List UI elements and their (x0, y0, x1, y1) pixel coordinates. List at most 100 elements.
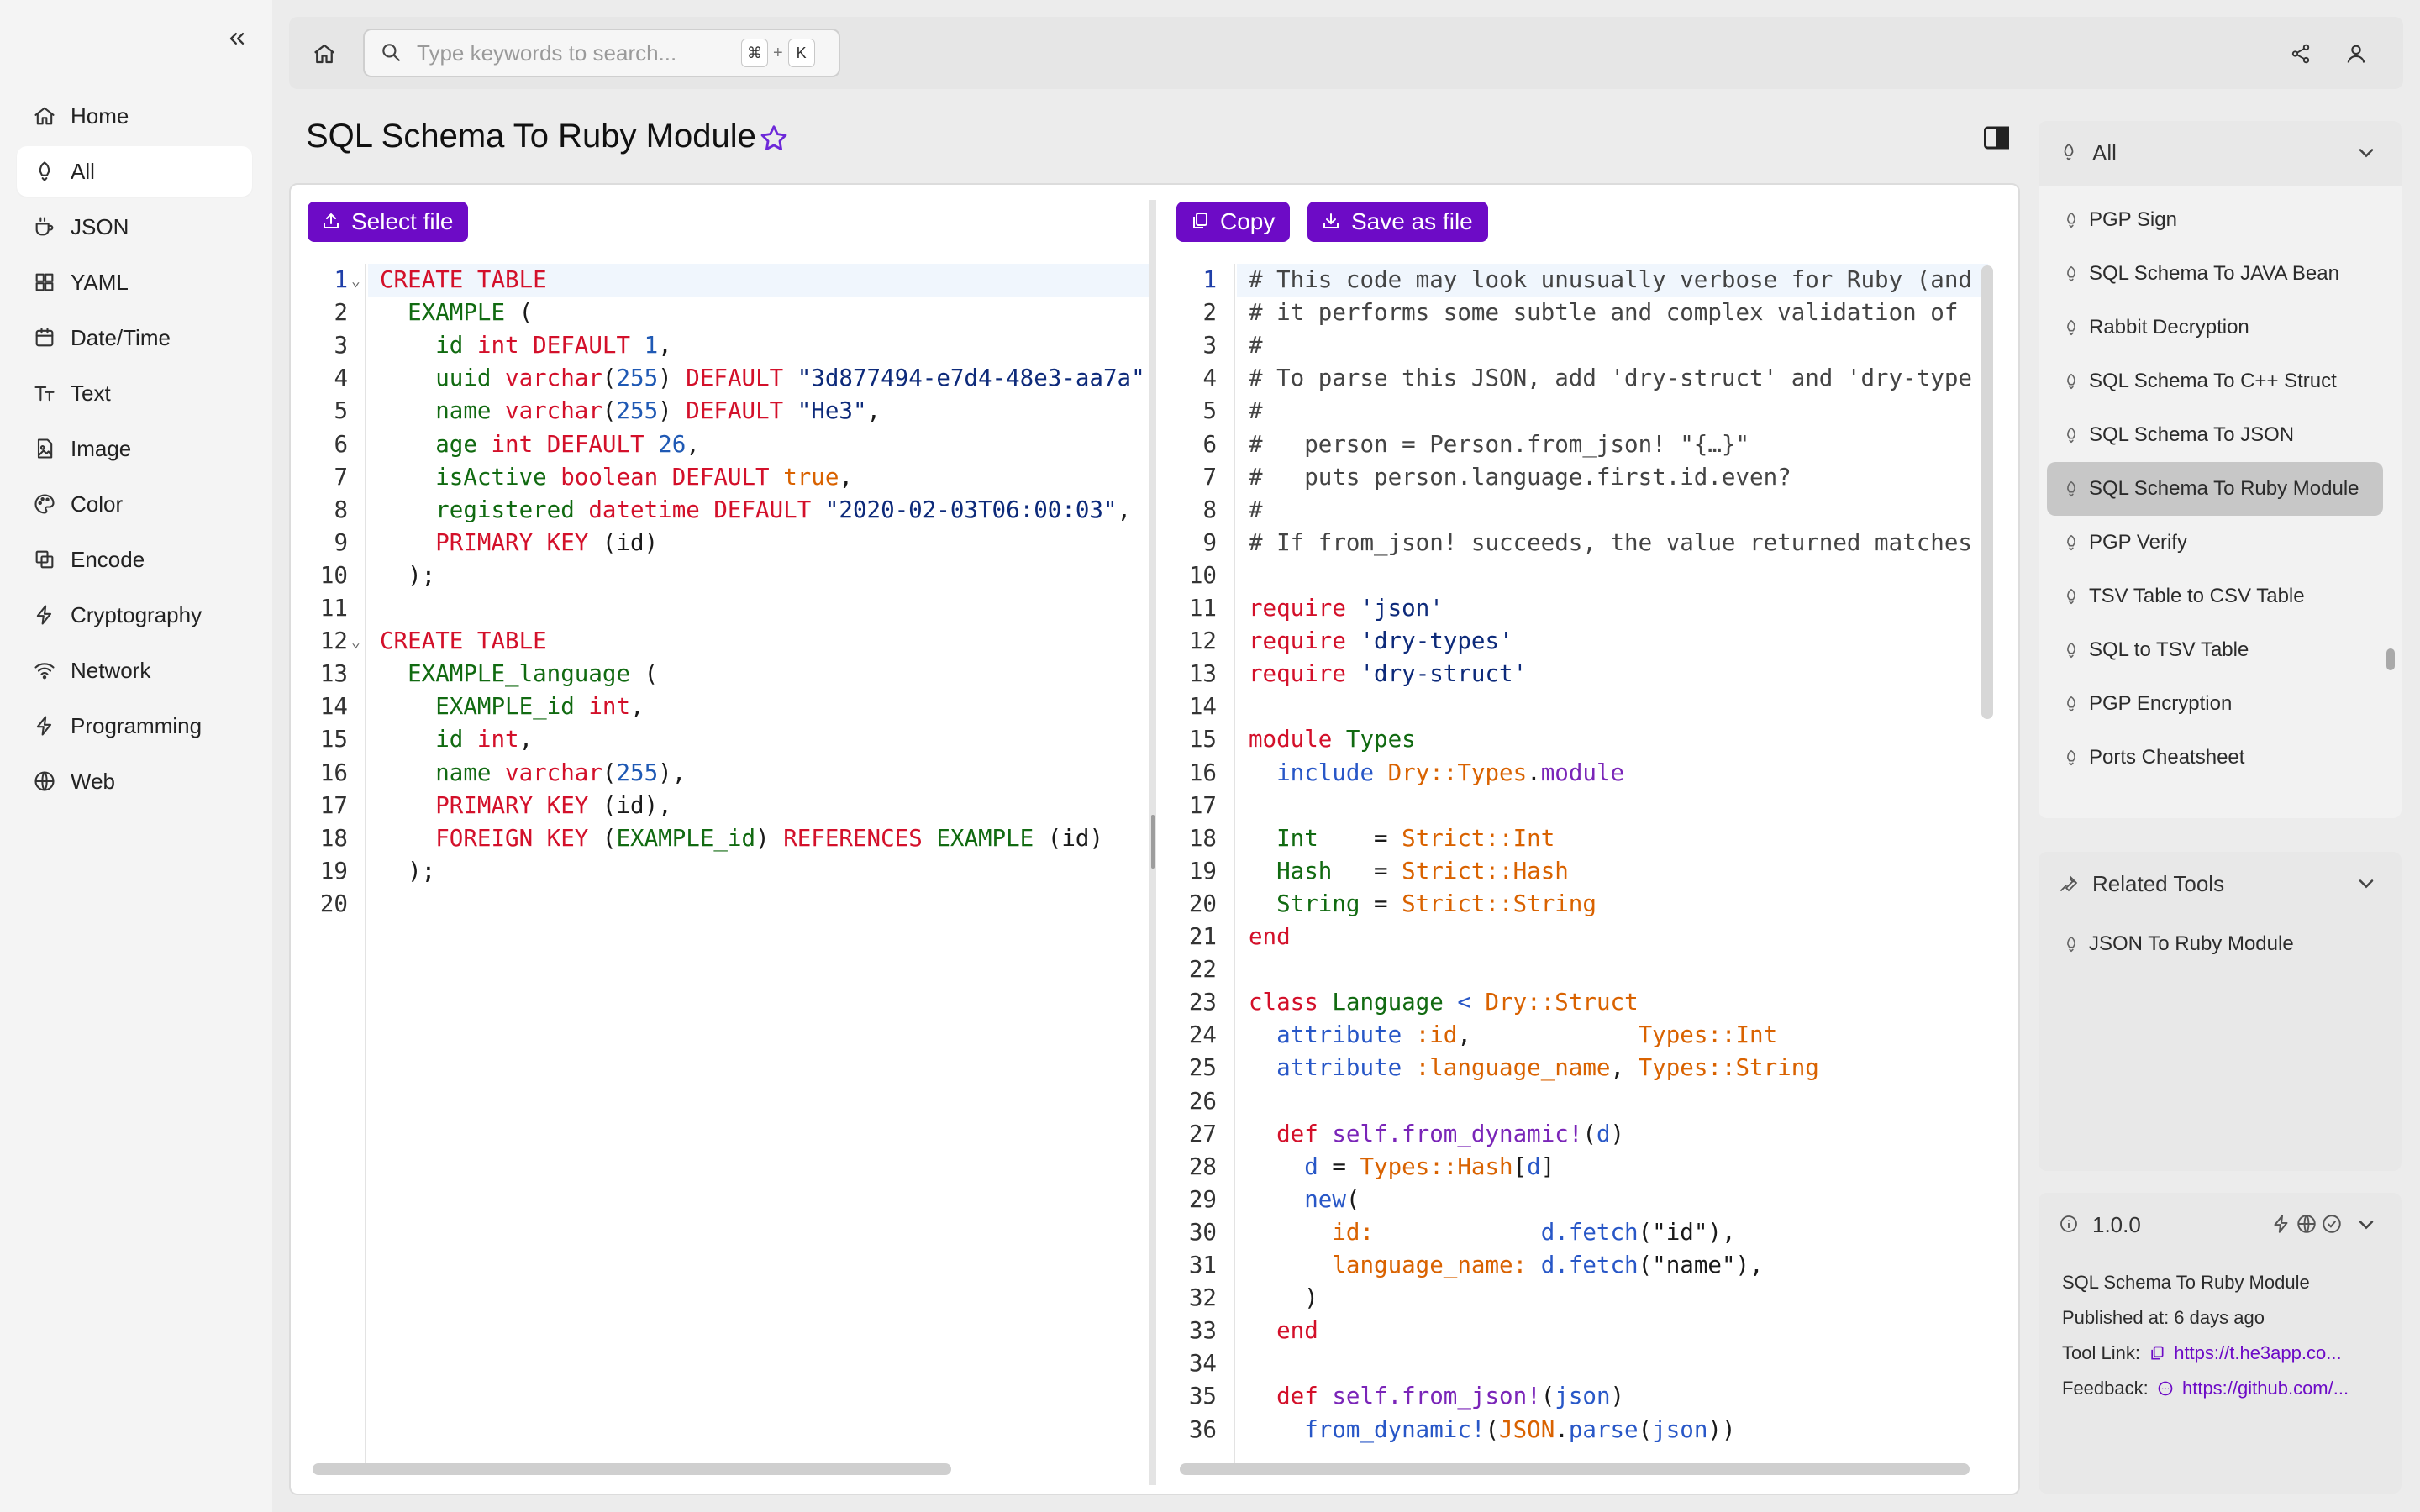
globe-icon (32, 769, 57, 794)
tool-list-item[interactable]: Rabbit Decryption (2047, 301, 2383, 354)
tool-list-item-label: Rabbit Decryption (2089, 316, 2249, 339)
feedback-link[interactable]: https://github.com/... (2182, 1378, 2349, 1399)
code-token: end (1249, 923, 1291, 950)
copy-icon (1190, 211, 1212, 233)
code-token: DEFAULT (713, 496, 812, 523)
splitter-handle[interactable] (1151, 815, 1155, 869)
code-token: end (1249, 1317, 1318, 1344)
search-input[interactable] (417, 39, 736, 66)
tool-list-header[interactable]: All (2039, 121, 2402, 185)
line-number: 10 (1188, 562, 1217, 589)
sidebar-item-all[interactable]: All (17, 146, 252, 197)
sidebar-item-date-time[interactable]: Date/Time (17, 312, 252, 363)
line-number: 27 (1188, 1121, 1217, 1147)
line-number: 31 (1188, 1252, 1217, 1278)
tool-list-item[interactable]: SQL Schema To Ruby Module (2047, 462, 2383, 516)
fold-chevron-icon[interactable]: ⌄ (351, 264, 360, 297)
code-token: # it performs some subtle and complex va… (1249, 299, 1959, 326)
select-file-button[interactable]: Select file (308, 202, 469, 242)
link-copy-icon (2149, 1338, 2165, 1360)
tool-list-item[interactable]: PGP Verify (2047, 516, 2383, 570)
sql-input-editor[interactable]: 1 ⌄ CREATE TABLE 2 EXAMPLE (3 id int DEFAUL… (308, 264, 1150, 1465)
sidebar-item-color[interactable]: Color (17, 479, 252, 529)
sidebar-item-programming[interactable]: Programming (17, 701, 252, 751)
tool-list-item[interactable]: JSON To Ruby Module (2047, 917, 2383, 971)
ruby-output-editor[interactable]: 1 # This code may look unusually verbose … (1176, 264, 1988, 1465)
code-token: uuid (380, 365, 492, 391)
code-token: parse (1568, 1416, 1639, 1443)
code-token: language_name: (1249, 1252, 1528, 1278)
tool-list-scrollbar[interactable] (2386, 648, 2395, 670)
code-token: EXAMPLE_id (616, 825, 756, 852)
chevron-down-icon[interactable] (2354, 141, 2380, 166)
sidebar-item-label: Color (71, 491, 124, 517)
tool-list-item[interactable]: PGP Sign (2047, 193, 2383, 247)
home-icon[interactable] (306, 35, 343, 72)
code-line: from_dynamic!(JSON.parse(json)) (1249, 1414, 1735, 1446)
related-tools-header[interactable]: Related Tools (2039, 852, 2402, 916)
code-token: def (1249, 1121, 1318, 1147)
tool-list-item[interactable]: SQL Schema To JSON (2047, 408, 2383, 462)
output-horizontal-scrollbar[interactable] (1180, 1463, 1970, 1475)
copy-button[interactable]: Copy (1176, 202, 1291, 242)
code-line: EXAMPLE_language ( (380, 658, 658, 690)
sidebar-item-json[interactable]: JSON (17, 202, 252, 252)
code-line: include Dry::Types.module (1249, 757, 1624, 790)
line-number: 7 (334, 464, 348, 491)
code-token: ), (658, 759, 687, 786)
collapse-sidebar-icon[interactable] (220, 22, 254, 55)
shortcut-mod-key: ⌘ (741, 39, 768, 67)
tool-list-item[interactable]: SQL Schema To C++ Struct (2047, 354, 2383, 408)
sidebar-item-web[interactable]: Web (17, 756, 252, 806)
sidebar-item-encode[interactable]: Encode (17, 534, 252, 585)
tool-list-item[interactable]: SQL to TSV Table (2047, 623, 2383, 677)
favorite-star-icon[interactable] (758, 123, 792, 156)
sidebar-item-yaml[interactable]: YAML (17, 257, 252, 307)
tool-list-item[interactable]: SQL Schema To JAVA Bean (2047, 247, 2383, 301)
code-token: require (1249, 627, 1346, 654)
sidebar-item-cryptography[interactable]: Cryptography (17, 590, 252, 640)
line-number: 28 (1188, 1153, 1217, 1180)
code-token: = (1332, 858, 1402, 885)
fold-chevron-icon[interactable]: ⌄ (351, 625, 360, 658)
line-number: 6 (1202, 431, 1217, 458)
code-token: Strict::String (1402, 890, 1597, 917)
tool-list-item[interactable]: Ports Cheatsheet (2047, 731, 2383, 785)
share-icon[interactable] (2282, 35, 2319, 72)
search-box[interactable]: ⌘ + K (363, 29, 840, 77)
tool-link-row: Tool Link: https://t.he3app.co... (2039, 1336, 2402, 1371)
tool-info-header[interactable]: 1.0.0 (2039, 1193, 2402, 1257)
input-horizontal-scrollbar[interactable] (313, 1463, 951, 1475)
output-vertical-scrollbar[interactable] (1981, 265, 1993, 719)
toggle-right-panel-icon[interactable] (1981, 123, 2015, 156)
tool-list-item[interactable]: TSV Table to CSV Table (2047, 570, 2383, 623)
code-token: ("id"), (1638, 1219, 1736, 1246)
tool-link[interactable]: https://t.he3app.co... (2174, 1342, 2341, 1363)
sidebar-item-text[interactable]: Text (17, 368, 252, 418)
sidebar-item-network[interactable]: Network (17, 645, 252, 696)
code-token: true (783, 464, 839, 491)
sidebar-item-image[interactable]: Image (17, 423, 252, 474)
code-token: "2020-02-03T06:00:03" (824, 496, 1118, 523)
sidebar-item-home[interactable]: Home (17, 91, 252, 141)
code-token: ( (588, 825, 617, 852)
user-icon[interactable] (2338, 35, 2375, 72)
chevron-down-icon[interactable] (2354, 1213, 2380, 1238)
tool-list-item[interactable]: PGP Encryption (2047, 677, 2383, 731)
code-token: # This code may look unusually verbose f… (1249, 266, 1972, 293)
line-number: 15 (1188, 726, 1217, 753)
rocket-icon (2062, 265, 2081, 283)
chevron-down-icon[interactable] (2354, 872, 2380, 897)
code-token: (id), (588, 792, 672, 819)
code-line: def self.from_json!(json) (1249, 1380, 1624, 1413)
code-token: d.fetch (1540, 1219, 1639, 1246)
save-as-file-button[interactable]: Save as file (1307, 202, 1488, 242)
code-token: Int (1249, 825, 1318, 852)
